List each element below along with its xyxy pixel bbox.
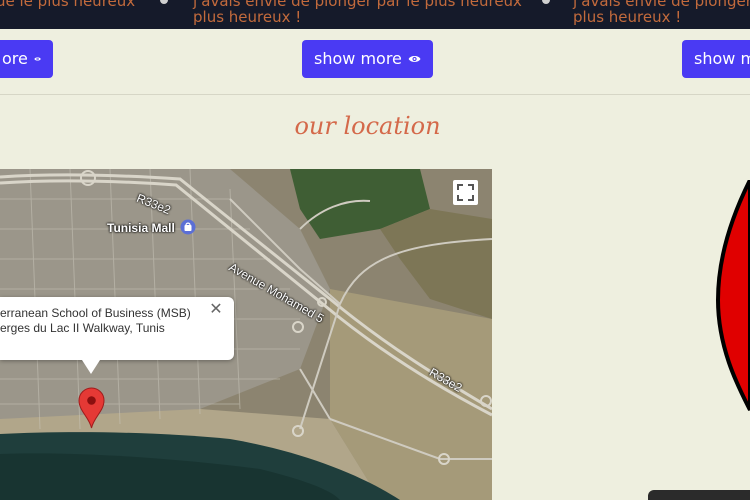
map-marker-icon[interactable] [78, 387, 105, 429]
shopping-bag-icon [180, 219, 196, 235]
testimonial-snippet-left: ue le plus heureux [0, 0, 136, 10]
testimonial-snippet-middle-2: plus heureux ! [193, 8, 302, 26]
map-fullscreen-button[interactable] [453, 180, 478, 205]
info-address: erges du Lac II Walkway, Tunis [0, 321, 165, 335]
info-title: erranean School of Business (MSB) [0, 306, 191, 320]
testimonial-strip: ue le plus heureux j'avais envie de plon… [0, 0, 750, 29]
show-more-button-right[interactable]: show m [682, 40, 750, 78]
fullscreen-icon [457, 184, 474, 201]
eye-icon [408, 56, 421, 62]
chat-widget-edge [648, 490, 750, 500]
quote-icon [160, 0, 168, 4]
show-more-button-left[interactable]: ore [0, 40, 53, 78]
section-divider [0, 94, 750, 95]
map-info-window: erranean School of Business (MSB) erges … [0, 297, 234, 360]
show-more-label: show more [314, 49, 402, 68]
section-title: our location [294, 112, 441, 140]
close-icon[interactable]: ✕ [209, 302, 223, 318]
decorative-pin-shape [715, 180, 750, 411]
eye-icon [34, 57, 41, 61]
show-more-button-middle[interactable]: show more [302, 40, 433, 78]
info-window-tail [82, 360, 100, 374]
quote-icon [542, 0, 550, 4]
poi-label: Tunisia Mall [107, 221, 175, 235]
show-more-label: show m [694, 49, 750, 68]
show-more-label: ore [2, 49, 28, 68]
testimonial-snippet-right-2: plus heureux ! [573, 8, 682, 26]
